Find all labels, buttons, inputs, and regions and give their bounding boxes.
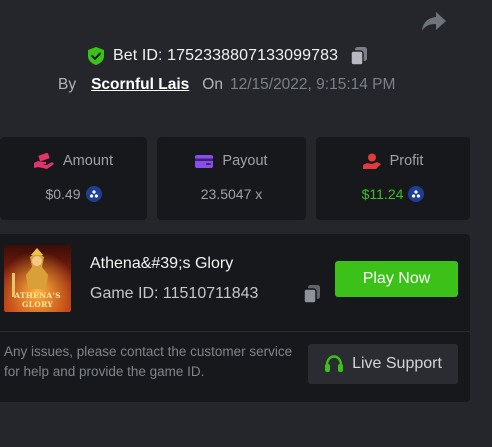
profit-value: $11.24 bbox=[361, 186, 404, 202]
copy-bet-id-icon[interactable] bbox=[349, 46, 369, 66]
play-now-button[interactable]: Play Now bbox=[335, 261, 458, 297]
amount-value: $0.49 bbox=[45, 186, 81, 202]
payout-label: Payout bbox=[222, 153, 268, 169]
headset-icon bbox=[325, 355, 344, 372]
game-name: Athena&#39;s Glory bbox=[90, 255, 234, 272]
user-link[interactable]: Scornful Lais bbox=[91, 76, 189, 94]
bet-date: 12/15/2022, 9:15:14 PM bbox=[229, 76, 396, 93]
divider bbox=[0, 331, 470, 332]
by-label: By bbox=[58, 76, 77, 93]
profit-icon bbox=[362, 153, 381, 169]
profit-card: Profit $11.24 bbox=[316, 137, 470, 220]
payout-card: Payout 23.5047 x bbox=[157, 137, 306, 220]
live-support-button[interactable]: Live Support bbox=[308, 344, 458, 384]
crypto-coin-icon bbox=[85, 186, 102, 202]
live-support-label: Live Support bbox=[352, 355, 442, 372]
money-hand-icon bbox=[34, 153, 54, 169]
thumb-title-line2: GLORY bbox=[21, 300, 54, 309]
verified-shield-icon bbox=[88, 47, 104, 65]
amount-label: Amount bbox=[63, 153, 113, 169]
wallet-icon bbox=[195, 154, 214, 168]
game-thumbnail[interactable]: ATHENA'S GLORY bbox=[4, 245, 71, 312]
payout-value: 23.5047 x bbox=[200, 186, 263, 202]
thumb-title-line1: ATHENA'S bbox=[14, 291, 61, 300]
on-label: On bbox=[202, 76, 223, 93]
bet-id-text: Bet ID: 1752338807133099783 bbox=[113, 47, 339, 64]
bet-id-row: Bet ID: 1752338807133099783 bbox=[88, 45, 369, 67]
crypto-coin-icon bbox=[408, 186, 425, 202]
profit-label: Profit bbox=[389, 153, 424, 169]
copy-game-id-icon[interactable] bbox=[303, 285, 321, 303]
amount-card: Amount $0.49 bbox=[0, 137, 147, 220]
game-card: ATHENA'S GLORY Athena&#39;s Glory Game I… bbox=[0, 234, 470, 402]
share-icon[interactable] bbox=[421, 10, 447, 34]
game-id: Game ID: 11510711843 bbox=[90, 285, 259, 302]
support-text: Any issues, please contact the customer … bbox=[4, 344, 293, 379]
bet-author-row: By Scornful Lais On 12/15/2022, 9:15:14 … bbox=[58, 75, 395, 95]
